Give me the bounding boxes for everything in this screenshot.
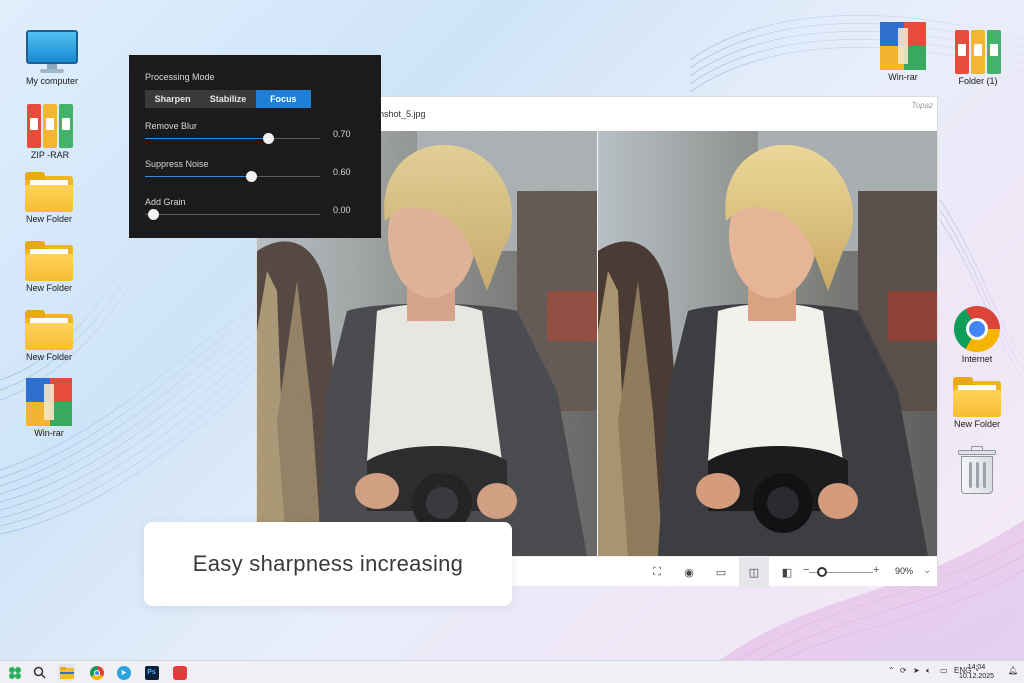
desktop-icon-label: ZIP -RAR [30,150,70,160]
photo-processed [598,131,937,556]
desktop-icon-label: New Folder [953,419,1000,429]
folder-icon [25,310,73,350]
app-brand: Topaz [911,101,934,110]
winrar-icon [26,378,72,426]
desktop-icon-label: New Folder [25,283,72,293]
split-view-icon[interactable]: ◫ [739,557,769,587]
desktop-icon-folder-1[interactable]: Folder (1) [942,28,1014,87]
desktop-icon-new-folder-1[interactable]: New Folder [13,172,85,225]
folder-icon [953,377,1001,417]
remove-blur-value: 0.70 [333,129,351,139]
suppress-noise-value: 0.60 [333,167,351,177]
mode-sharpen[interactable]: Sharpen [145,90,200,108]
desktop-icon-internet[interactable]: Internet [941,306,1013,365]
desktop-icon-new-folder-right[interactable]: New Folder [941,377,1013,430]
speaker-icon[interactable]: 🔈︎ [926,666,931,676]
single-view-icon[interactable]: ▭ [706,557,736,587]
chevron-up-icon[interactable]: ⌃ [888,666,895,675]
desktop-icon-label: Win-rar [34,428,64,438]
computer-icon [26,30,78,74]
desktop-icon-label: Internet [961,354,993,364]
binders-icon [27,102,73,148]
processed-image-pane [598,131,937,556]
remove-blur-slider[interactable] [145,133,320,144]
zoom-level[interactable]: 90% [895,566,913,576]
trash-icon [958,446,996,494]
chrome-taskbar-icon[interactable] [88,664,105,681]
clock[interactable]: 14:04 10.12.2025 [959,663,994,681]
desktop-icon-win-rar[interactable]: Win-rar [13,378,85,439]
suppress-noise-slider[interactable] [145,171,320,182]
add-grain-slider[interactable] [145,209,320,220]
desktop-icon-recycle-bin[interactable] [941,446,1013,496]
clock-time: 14:04 [967,664,986,671]
slider-label-add-grain: Add Grain [145,197,186,207]
slider-knob[interactable] [262,133,274,144]
app-taskbar-icon[interactable] [171,664,188,681]
preview-eye-icon[interactable]: ◉ [674,557,704,587]
panel-title: Processing Mode [145,72,215,82]
desktop-icon-label: Folder (1) [958,76,998,86]
clock-date: 10.12.2025 [958,673,994,680]
zoom-out-button[interactable]: − [803,564,809,576]
slider-label-suppress-noise: Suppress Noise [145,159,209,169]
desktop-icon-label: Win-rar [888,72,918,82]
folder-icon [25,241,73,281]
search-icon[interactable] [31,664,48,681]
slider-knob[interactable] [246,171,258,182]
slider-fill [145,176,250,177]
slider-fill [145,138,268,139]
send-icon[interactable]: ➤ [913,666,920,675]
compare-icon[interactable]: ◧ [772,557,802,587]
desktop-icon-zip-rar[interactable]: ZIP -RAR [14,102,86,161]
fit-icon[interactable]: ⛶ [642,557,672,587]
photoshop-icon[interactable]: Ps [143,664,160,681]
winrar-icon [880,22,926,70]
desktop-icon-my-computer[interactable]: My computer [16,30,88,87]
desktop-icon-win-rar-right[interactable]: Win-rar [867,22,939,83]
processing-panel: Processing Mode Sharpen Stabilize Focus … [129,55,381,238]
zoom-slider-knob[interactable] [817,567,827,577]
chevron-down-icon[interactable]: ⌄ [923,565,931,576]
binders-icon [955,28,1001,74]
mode-focus[interactable]: Focus [255,90,311,108]
desktop-icon-label: New Folder [25,352,72,362]
mode-selector: Sharpen Stabilize Focus [145,90,311,108]
file-explorer-icon[interactable] [58,664,75,681]
slider-label-remove-blur: Remove Blur [145,121,198,131]
slider-knob[interactable] [148,209,159,220]
desktop-icon-label: New Folder [25,214,72,224]
start-icon[interactable] [6,664,23,681]
chrome-icon [954,306,1000,352]
desktop-icon-label: My computer [25,76,78,86]
desktop-icon-new-folder-2[interactable]: New Folder [13,241,85,294]
folder-icon [25,172,73,212]
telegram-icon[interactable]: ➤ [115,664,132,681]
mode-stabilize[interactable]: Stabilize [200,90,255,108]
taskbar: ➤ Ps ⌃ ⟳ ➤ 🔈︎ ▭ ENG ◔ 14:04 10.12.2025 🔔… [0,660,1024,683]
desktop-icon-new-folder-3[interactable]: New Folder [13,310,85,363]
add-grain-value: 0.00 [333,205,351,215]
network-icon[interactable]: ⟳ [900,666,907,675]
feature-caption: Easy sharpness increasing [144,522,512,606]
zoom-in-button[interactable]: + [873,564,879,576]
display-icon[interactable]: ▭ [940,666,948,675]
notification-bell-icon[interactable]: 🔔︎ [1008,666,1018,675]
